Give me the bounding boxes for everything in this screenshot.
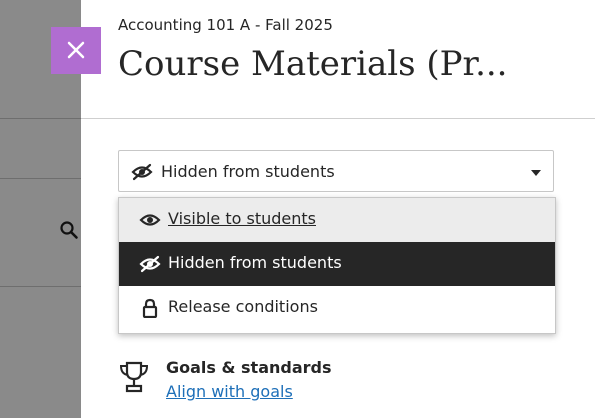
search-icon — [60, 221, 78, 239]
eye-slash-icon — [139, 255, 161, 273]
option-visible-to-students[interactable]: Visible to students — [119, 198, 555, 242]
background-divider — [0, 286, 81, 287]
option-label: Hidden from students — [168, 253, 342, 272]
eye-slash-icon — [131, 163, 153, 181]
option-label: Release conditions — [168, 297, 318, 316]
chevron-down-icon — [531, 170, 541, 176]
option-label: Visible to students — [168, 209, 316, 228]
panel-divider — [81, 118, 595, 119]
trophy-icon — [119, 361, 149, 393]
course-title: Accounting 101 A - Fall 2025 — [118, 16, 333, 34]
align-with-goals-link[interactable]: Align with goals — [166, 382, 293, 401]
page-title: Course Materials (Pr... — [118, 44, 508, 84]
lock-icon — [142, 298, 158, 318]
visibility-menu: Visible to students Hidden from students… — [118, 197, 556, 334]
close-panel-button[interactable] — [51, 27, 101, 74]
close-icon — [67, 41, 85, 59]
background-divider — [0, 118, 81, 119]
background-divider — [0, 178, 81, 179]
option-release-conditions[interactable]: Release conditions — [119, 286, 555, 330]
eye-icon — [139, 214, 161, 226]
visibility-selected-label: Hidden from students — [161, 162, 335, 181]
goals-heading: Goals & standards — [166, 358, 332, 377]
visibility-select[interactable]: Hidden from students — [118, 150, 554, 192]
option-hidden-from-students[interactable]: Hidden from students — [119, 242, 555, 286]
